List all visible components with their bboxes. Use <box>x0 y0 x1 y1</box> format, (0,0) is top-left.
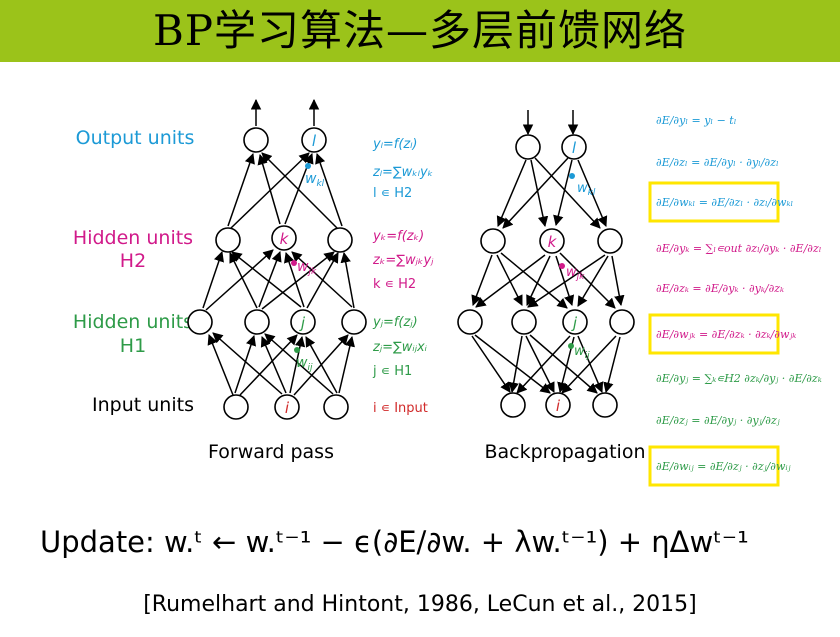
fwd-h1-node-4 <box>341 309 367 335</box>
slide-title: BP学习算法—多层前馈网络 <box>152 6 688 55</box>
update-formula: Update: w.ᵗ ← w.ᵗ⁻¹ − ϵ(∂E/∂w. + λw.ᵗ⁻¹)… <box>40 525 749 559</box>
bp-wij-label: wij <box>574 344 590 361</box>
fwd-wkl-label: wkl <box>305 171 325 189</box>
bp-eq-2: ∂E/∂zₗ = ∂E/∂yₗ · ∂yₗ/∂zₗ <box>656 156 779 169</box>
fwd-letter-j: j <box>299 314 306 332</box>
bp-eq-7: ∂E/∂yⱼ = ∑ₖ∊H2 ∂zₖ/∂yⱼ · ∂E/∂zₖ <box>656 372 822 385</box>
eq-out-1: yₗ=f(zₗ) <box>372 137 417 152</box>
eq-h2-3: k ∊ H2 <box>373 277 416 292</box>
fwd-wkl-dot <box>305 163 311 169</box>
bp-eq-1: ∂E/∂yₗ = yₗ − tₗ <box>656 114 736 127</box>
bp-h1-node-4 <box>609 309 635 335</box>
label-input-units: Input units <box>92 394 194 416</box>
fwd-h2-node-3 <box>327 227 353 253</box>
caption-forward: Forward pass <box>208 441 334 463</box>
fwd-wjk-label: wjk <box>297 259 317 277</box>
caption-backprop: Backpropagation <box>484 441 645 463</box>
fwd-wij-dot <box>294 347 300 353</box>
forward-equations: yₗ=f(zₗ) zₗ=∑wₖₗyₖ l ∊ H2 yₖ=f(zₖ) zₖ=∑w… <box>372 137 434 416</box>
eq-h2-1: yₖ=f(zₖ) <box>372 229 424 244</box>
bp-wkl-dot <box>569 173 575 179</box>
bp-h1-node-2 <box>511 309 537 335</box>
fwd-letter-k: k <box>280 230 290 248</box>
bp-output-node-1 <box>515 134 541 160</box>
fwd-h1-node-1 <box>187 309 213 335</box>
bp-eq-6: ∂E/∂wⱼₖ = ∂E/∂zₖ · ∂zₖ/∂wⱼₖ <box>656 328 796 341</box>
bp-h1-node-1 <box>457 309 483 335</box>
label-hidden2-b: H2 <box>120 250 146 272</box>
bp-letter-k: k <box>548 233 558 251</box>
bp-eq-3: ∂E/∂wₖₗ = ∂E/∂zₗ · ∂zₗ/∂wₖₗ <box>656 196 793 209</box>
bp-eq-9: ∂E/∂wᵢⱼ = ∂E/∂zⱼ · ∂zⱼ/∂wᵢⱼ <box>656 460 791 473</box>
bp-letter-j: j <box>571 314 578 332</box>
eq-in-1: i ∊ Input <box>373 401 428 416</box>
eq-h1-1: yⱼ=f(zⱼ) <box>372 315 418 330</box>
bp-wkl-label: wkl <box>577 181 596 198</box>
eq-h1-3: j ∊ H1 <box>372 364 412 379</box>
fwd-wij-label: wij <box>296 355 313 373</box>
bp-eq-8: ∂E/∂zⱼ = ∂E/∂yⱼ · ∂yⱼ/∂zⱼ <box>656 414 780 427</box>
bp-input-node-3 <box>592 392 618 418</box>
backprop-equations: ∂E/∂yₗ = yₗ − tₗ ∂E/∂zₗ = ∂E/∂yₗ · ∂yₗ/∂… <box>648 114 822 487</box>
bp-eq-4: ∂E/∂yₖ = ∑ₗ∊out ∂zₗ/∂yₖ · ∂E/∂zₗ <box>656 242 821 255</box>
label-hidden2-a: Hidden units <box>73 227 193 249</box>
bp-input-node-1 <box>500 392 526 418</box>
eq-out-2: zₗ=∑wₖₗyₖ <box>372 165 433 180</box>
label-hidden1-a: Hidden units <box>73 311 193 333</box>
eq-h2-2: zₖ=∑wⱼₖyⱼ <box>372 253 434 268</box>
network-diagram: Output units Hidden units H2 Hidden unit… <box>73 98 822 487</box>
fwd-input-node-1 <box>223 394 249 420</box>
eq-out-3: l ∊ H2 <box>373 186 412 201</box>
fwd-output-node-1 <box>243 127 269 153</box>
bp-h2-node-1 <box>480 228 506 254</box>
bp-wjk-label: wjk <box>566 265 585 282</box>
label-output-units: Output units <box>76 127 195 149</box>
fwd-h2-node-1 <box>215 227 241 253</box>
bp-h2-node-3 <box>597 228 623 254</box>
bp-wjk-dot <box>559 263 565 269</box>
fwd-input-node-3 <box>323 394 349 420</box>
update-text: Update: w.ᵗ ← w.ᵗ⁻¹ − ϵ(∂E/∂w. + λw.ᵗ⁻¹)… <box>40 525 749 559</box>
citation: [Rumelhart and Hintont, 1986, LeCun et a… <box>143 592 697 617</box>
bp-eq-5: ∂E/∂zₖ = ∂E/∂yₖ · ∂yₖ/∂zₖ <box>656 282 784 295</box>
label-hidden1-b: H1 <box>120 335 146 357</box>
fwd-h1-node-2 <box>244 309 270 335</box>
eq-h1-2: zⱼ=∑wᵢⱼxᵢ <box>372 340 428 355</box>
